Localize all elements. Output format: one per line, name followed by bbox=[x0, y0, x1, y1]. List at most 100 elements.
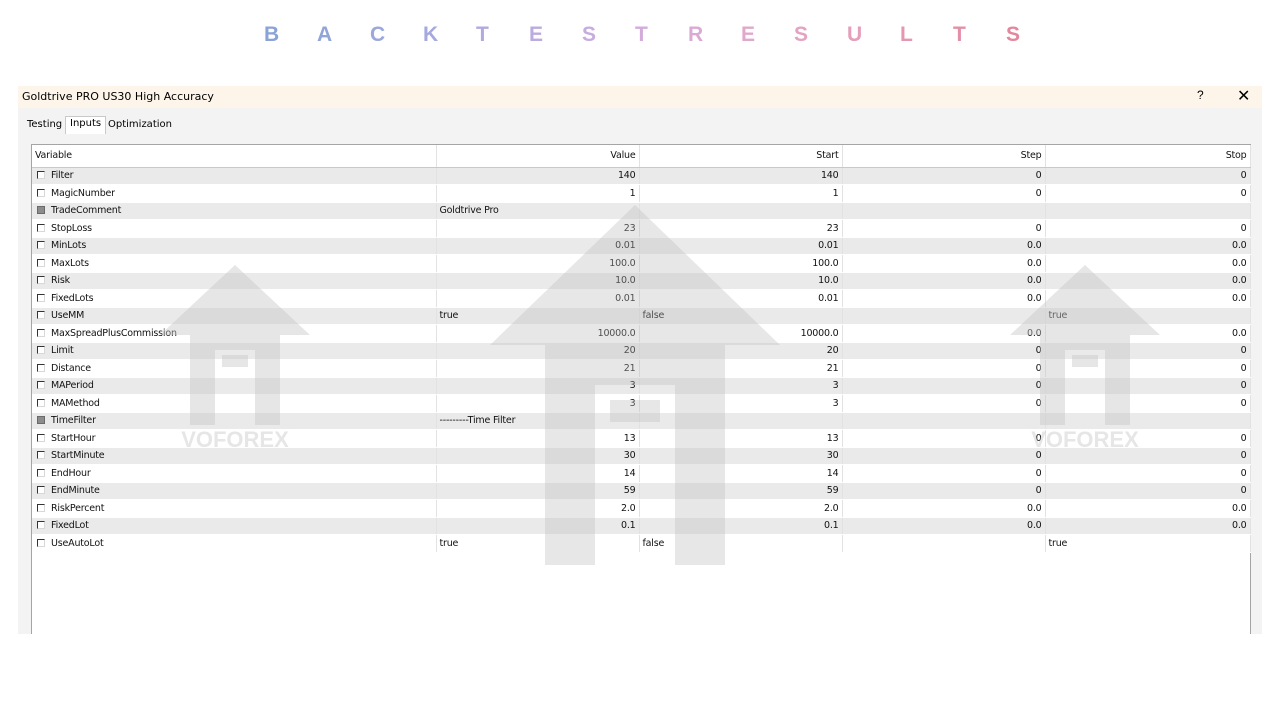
start-cell[interactable] bbox=[639, 202, 843, 220]
value-cell[interactable]: true bbox=[436, 307, 640, 325]
value-cell[interactable]: 14 bbox=[436, 464, 640, 483]
optimize-checkbox[interactable] bbox=[37, 486, 45, 495]
table-row[interactable]: TradeComment Goldtrive Pro bbox=[32, 202, 1251, 220]
start-cell[interactable]: 0.1 bbox=[639, 517, 843, 535]
value-cell[interactable]: 100.0 bbox=[436, 254, 640, 273]
start-cell[interactable]: 0.01 bbox=[639, 237, 843, 255]
stop-cell[interactable]: 0 bbox=[1045, 464, 1251, 483]
value-cell[interactable]: true bbox=[436, 534, 640, 553]
step-cell[interactable]: 0 bbox=[842, 464, 1046, 483]
step-cell[interactable] bbox=[842, 412, 1046, 430]
start-cell[interactable]: 10000.0 bbox=[639, 324, 843, 343]
step-cell[interactable]: 0 bbox=[842, 184, 1046, 203]
step-cell[interactable]: 0 bbox=[842, 429, 1046, 448]
start-cell[interactable]: 10.0 bbox=[639, 272, 843, 290]
table-row[interactable]: RiskPercent 2.0 2.0 0.0 0.0 bbox=[32, 499, 1251, 518]
stop-cell[interactable]: 0 bbox=[1045, 394, 1251, 413]
start-cell[interactable]: 1 bbox=[639, 184, 843, 203]
stop-cell[interactable]: 0.0 bbox=[1045, 237, 1251, 255]
value-cell[interactable]: 140 bbox=[436, 167, 640, 185]
table-row[interactable]: EndHour 14 14 0 0 bbox=[32, 464, 1251, 483]
table-row[interactable]: MinLots 0.01 0.01 0.0 0.0 bbox=[32, 237, 1251, 255]
optimize-checkbox[interactable] bbox=[37, 328, 45, 337]
value-cell[interactable]: 0.01 bbox=[436, 237, 640, 255]
table-row[interactable]: Limit 20 20 0 0 bbox=[32, 342, 1251, 360]
step-cell[interactable]: 0.0 bbox=[842, 324, 1046, 343]
tab-testing[interactable]: Testing bbox=[27, 119, 62, 130]
step-cell[interactable]: 0 bbox=[842, 359, 1046, 378]
optimize-checkbox[interactable] bbox=[37, 433, 45, 442]
value-cell[interactable]: 23 bbox=[436, 219, 640, 238]
start-cell[interactable]: 3 bbox=[639, 377, 843, 395]
step-cell[interactable]: 0 bbox=[842, 482, 1046, 500]
step-cell[interactable]: 0 bbox=[842, 219, 1046, 238]
optimize-checkbox[interactable] bbox=[37, 346, 45, 355]
value-cell[interactable]: Goldtrive Pro bbox=[436, 202, 640, 220]
step-cell[interactable]: 0.0 bbox=[842, 237, 1046, 255]
start-cell[interactable]: false bbox=[639, 534, 843, 553]
table-row[interactable]: Filter 140 140 0 0 bbox=[32, 167, 1251, 185]
stop-cell[interactable]: 0.0 bbox=[1045, 272, 1251, 290]
value-cell[interactable]: 59 bbox=[436, 482, 640, 500]
step-cell[interactable]: 0.0 bbox=[842, 254, 1046, 273]
value-cell[interactable]: 0.1 bbox=[436, 517, 640, 535]
value-cell[interactable]: 10.0 bbox=[436, 272, 640, 290]
start-cell[interactable]: 3 bbox=[639, 394, 843, 413]
optimize-checkbox[interactable] bbox=[37, 258, 45, 267]
table-row[interactable]: TimeFilter ---------Time Filter bbox=[32, 412, 1251, 430]
tab-inputs[interactable]: Inputs bbox=[65, 116, 107, 134]
table-row[interactable]: StartMinute 30 30 0 0 bbox=[32, 447, 1251, 465]
stop-cell[interactable]: 0 bbox=[1045, 359, 1251, 378]
start-cell[interactable]: 14 bbox=[639, 464, 843, 483]
step-cell[interactable]: 0 bbox=[842, 167, 1046, 185]
column-header-value[interactable]: Value bbox=[436, 145, 640, 168]
optimize-checkbox[interactable] bbox=[37, 538, 45, 547]
optimize-checkbox[interactable] bbox=[37, 381, 45, 390]
table-row[interactable]: StopLoss 23 23 0 0 bbox=[32, 219, 1251, 238]
stop-cell[interactable]: 0 bbox=[1045, 167, 1251, 185]
table-row[interactable]: Distance 21 21 0 0 bbox=[32, 359, 1251, 378]
optimize-checkbox[interactable] bbox=[37, 311, 45, 320]
optimize-checkbox[interactable] bbox=[37, 468, 45, 477]
optimize-checkbox[interactable] bbox=[37, 363, 45, 372]
optimize-checkbox[interactable] bbox=[37, 503, 45, 512]
table-row[interactable]: StartHour 13 13 0 0 bbox=[32, 429, 1251, 448]
start-cell[interactable]: 59 bbox=[639, 482, 843, 500]
step-cell[interactable]: 0 bbox=[842, 342, 1046, 360]
stop-cell[interactable]: 0 bbox=[1045, 342, 1251, 360]
optimize-checkbox[interactable] bbox=[37, 241, 45, 250]
table-row[interactable]: MAPeriod 3 3 0 0 bbox=[32, 377, 1251, 395]
column-header-start[interactable]: Start bbox=[639, 145, 843, 168]
start-cell[interactable] bbox=[639, 412, 843, 430]
step-cell[interactable]: 0.0 bbox=[842, 289, 1046, 308]
start-cell[interactable]: false bbox=[639, 307, 843, 325]
tab-optimization[interactable]: Optimization bbox=[108, 119, 172, 130]
start-cell[interactable]: 13 bbox=[639, 429, 843, 448]
stop-cell[interactable]: 0 bbox=[1045, 219, 1251, 238]
step-cell[interactable]: 0.0 bbox=[842, 517, 1046, 535]
table-row[interactable]: MaxLots 100.0 100.0 0.0 0.0 bbox=[32, 254, 1251, 273]
stop-cell[interactable]: 0.0 bbox=[1045, 499, 1251, 518]
value-cell[interactable]: 0.01 bbox=[436, 289, 640, 308]
value-cell[interactable]: 1 bbox=[436, 184, 640, 203]
step-cell[interactable]: 0 bbox=[842, 377, 1046, 395]
optimize-checkbox[interactable] bbox=[37, 171, 45, 180]
table-row[interactable]: UseAutoLot true false true bbox=[32, 534, 1251, 553]
column-header-stop[interactable]: Stop bbox=[1045, 145, 1251, 168]
value-cell[interactable]: 3 bbox=[436, 377, 640, 395]
optimize-checkbox[interactable] bbox=[37, 223, 45, 232]
table-row[interactable]: FixedLot 0.1 0.1 0.0 0.0 bbox=[32, 517, 1251, 535]
value-cell[interactable]: 3 bbox=[436, 394, 640, 413]
start-cell[interactable]: 20 bbox=[639, 342, 843, 360]
optimize-checkbox[interactable] bbox=[37, 188, 45, 197]
stop-cell[interactable]: true bbox=[1045, 534, 1251, 553]
column-header-step[interactable]: Step bbox=[842, 145, 1046, 168]
stop-cell[interactable]: 0.0 bbox=[1045, 517, 1251, 535]
stop-cell[interactable]: 0 bbox=[1045, 447, 1251, 465]
stop-cell[interactable] bbox=[1045, 202, 1251, 220]
value-cell[interactable]: 30 bbox=[436, 447, 640, 465]
start-cell[interactable]: 23 bbox=[639, 219, 843, 238]
table-row[interactable]: MaxSpreadPlusCommission 10000.0 10000.0 0.0… bbox=[32, 324, 1251, 343]
step-cell[interactable]: 0 bbox=[842, 394, 1046, 413]
stop-cell[interactable]: 0 bbox=[1045, 377, 1251, 395]
